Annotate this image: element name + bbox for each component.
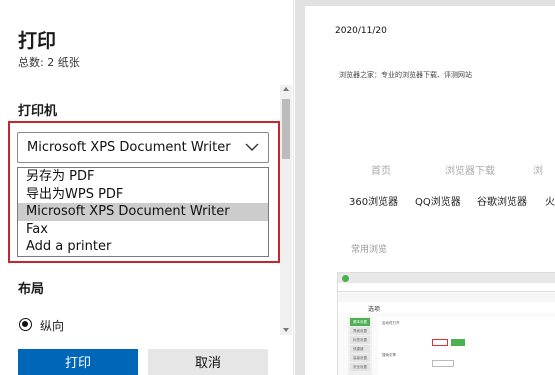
page-nav-item: 浏: [533, 166, 543, 177]
printer-option-save-pdf[interactable]: 另存为 PDF: [18, 168, 268, 186]
thumb-main-content: 启动时打开 搜索引擎: [378, 317, 555, 375]
printer-label: 打印机: [18, 104, 58, 119]
thumb-grey-button: [432, 360, 454, 367]
page-link: 火: [545, 197, 555, 208]
browser-logo-icon: [342, 275, 349, 282]
thumb-tab-bar: [338, 273, 555, 283]
thumb-side-item: 标签设置: [350, 336, 370, 344]
print-settings-panel: 打印 总数: 2 纸张 打印机 Microsoft XPS Document W…: [0, 0, 294, 375]
page-nav-item: 浏览器下载: [445, 166, 495, 177]
printer-select[interactable]: Microsoft XPS Document Writer: [17, 132, 269, 163]
scroll-up-icon[interactable]: [283, 87, 289, 91]
portrait-label: 纵向: [40, 319, 65, 333]
thumb-side-item: 快捷键: [350, 345, 370, 353]
scroll-down-icon[interactable]: [283, 328, 289, 332]
layout-label: 布局: [18, 282, 45, 297]
thumb-side-item: 基本设置: [350, 318, 370, 326]
page-link: QQ浏览器: [415, 197, 461, 208]
portrait-radio[interactable]: [19, 318, 32, 331]
page-date: 2020/11/20: [335, 26, 387, 36]
thumb-side-item: 界面设置: [350, 327, 370, 335]
page-link: 谷歌浏览器: [477, 197, 527, 208]
thumb-row-label: 启动时打开: [382, 321, 400, 325]
printer-dropdown-list: 另存为 PDF 导出为WPS PDF Microsoft XPS Documen…: [17, 167, 269, 257]
preview-page: 2020/11/20 浏览器之家：专业的浏览器下载、评测网站 首页 浏览器下载 …: [305, 6, 555, 375]
thumb-side-item: 安全设置: [350, 363, 370, 371]
thumb-green-button: [451, 339, 465, 346]
printer-option-xps[interactable]: Microsoft XPS Document Writer: [18, 203, 268, 221]
printer-option-add-printer[interactable]: Add a printer: [18, 238, 268, 256]
thumb-bookmarks-bar: [338, 293, 555, 301]
dialog-title: 打印: [18, 30, 57, 52]
sheet-count: 总数: 2 纸张: [18, 56, 80, 69]
settings-scrollbar[interactable]: [280, 85, 292, 335]
page-site-title: 浏览器之家：专业的浏览器下载、评测网站: [339, 71, 472, 79]
thumb-row-label: 搜索引擎: [382, 353, 396, 357]
page-nav-item: 首页: [371, 166, 391, 177]
scroll-thumb[interactable]: [282, 99, 290, 159]
printer-option-wps-pdf[interactable]: 导出为WPS PDF: [18, 186, 268, 204]
page-link: 360浏览器: [349, 197, 399, 208]
chevron-down-icon: [245, 143, 259, 151]
printer-option-fax[interactable]: Fax: [18, 221, 268, 239]
thumb-sidebar: 基本设置 界面设置 标签设置 快捷键 高级设置 安全设置: [348, 317, 372, 375]
print-button[interactable]: 打印: [18, 349, 138, 375]
cancel-button[interactable]: 取消: [148, 349, 268, 375]
thumb-options-header: 选项: [338, 303, 555, 313]
page-common-heading: 常用浏览: [351, 245, 388, 255]
thumb-side-item: 高级设置: [350, 354, 370, 362]
printer-select-value: Microsoft XPS Document Writer: [27, 140, 231, 155]
thumb-highlighted-button: [432, 339, 448, 346]
page-screenshot-image: 选项 基本设置 界面设置 标签设置 快捷键 高级设置 安全设置 启动时打开 搜索…: [337, 272, 555, 375]
thumb-address-bar: [338, 283, 555, 292]
thumb-options-title: 选项: [368, 306, 381, 313]
